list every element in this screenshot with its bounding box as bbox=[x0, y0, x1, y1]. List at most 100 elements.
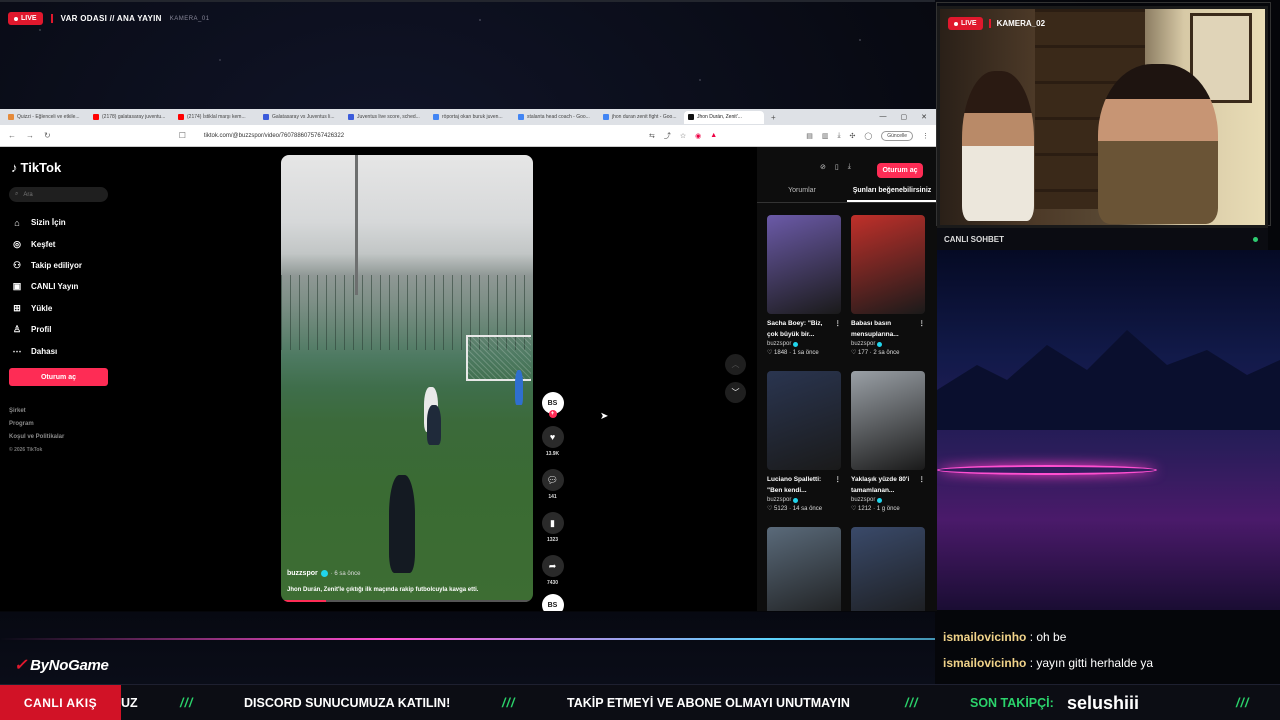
save-button[interactable]: ▮ bbox=[541, 512, 564, 534]
video-player[interactable]: buzzspor · 6 sa önce Jhon Durán, Zenit'le… bbox=[281, 155, 533, 602]
recommended-video-card[interactable]: Yaklaşık yüzde 80'i tamamlanan... ⋮ buzzsp… bbox=[851, 371, 925, 527]
sidebar-item-label: Keşfet bbox=[31, 239, 56, 249]
video-thumbnail[interactable] bbox=[851, 527, 925, 611]
video-progress-bar[interactable] bbox=[281, 600, 533, 602]
browser-tab[interactable]: röportaj okan buruk juven... bbox=[429, 111, 509, 124]
compass-icon: ◎ bbox=[13, 238, 21, 249]
video-nav-arrows: ︿ ﹀ bbox=[725, 354, 746, 410]
login-button[interactable]: Oturum aç bbox=[9, 368, 108, 386]
kebab-menu-icon[interactable]: ⋮ bbox=[922, 132, 929, 140]
neon-ring bbox=[937, 465, 1157, 475]
previous-video-button[interactable]: ︿ bbox=[725, 354, 746, 375]
video-author[interactable]: buzzspor · 6 sa önce bbox=[287, 570, 360, 577]
recommended-video-card[interactable]: Sacha Boey: "Biz, çok büyük bir... ⋮ buzzs… bbox=[767, 215, 841, 371]
sidebar-item-label: Takip ediliyor bbox=[31, 260, 82, 270]
card-author[interactable]: buzzspor bbox=[767, 341, 841, 347]
share-icon[interactable]: ⤴ bbox=[664, 131, 671, 141]
update-button[interactable]: Güncelle bbox=[881, 130, 913, 141]
sidebar-item[interactable]: ⋯ Dahası bbox=[11, 340, 82, 361]
browser-tab[interactable]: Jhon Durán, Zenit'... bbox=[684, 110, 764, 124]
card-meta: ♡ 5123 · 14 sa önce bbox=[767, 505, 841, 512]
card-menu-icon[interactable]: ⋮ bbox=[919, 475, 926, 496]
sidebar-item[interactable]: ⊞ Yükle bbox=[11, 298, 82, 319]
browser-tab[interactable]: stalanta head coach - Goo... bbox=[514, 111, 594, 124]
card-menu-icon[interactable]: ⋮ bbox=[835, 475, 842, 496]
compass-icon[interactable]: ⊘ bbox=[820, 163, 826, 171]
warning-icon[interactable]: ▲ bbox=[710, 132, 717, 139]
next-video-button[interactable]: ﹀ bbox=[725, 382, 746, 403]
download-icon[interactable]: ⤓ bbox=[848, 163, 851, 171]
profile-circle-icon[interactable]: ◯ bbox=[864, 132, 872, 140]
minimize-icon[interactable]: — bbox=[880, 113, 887, 121]
author-avatar[interactable]: BS + bbox=[541, 392, 564, 418]
like-button[interactable]: ♥ bbox=[541, 426, 564, 448]
star-icon[interactable]: ☆ bbox=[680, 132, 686, 140]
recommended-video-card[interactable] bbox=[767, 527, 841, 611]
browser-tab[interactable]: Quizzi - Eğlenceli ve etkile... bbox=[4, 111, 84, 124]
recommended-video-card[interactable]: Luciano Spalletti: "Ben kendi... ⋮ buzzspo… bbox=[767, 371, 841, 527]
right-login-button[interactable]: Oturum aç bbox=[877, 163, 923, 178]
new-tab-icon[interactable]: + bbox=[771, 113, 776, 122]
card-like-count: ♡ 177 bbox=[851, 350, 869, 356]
bookmark-icon: ▮ bbox=[550, 517, 555, 528]
bookmark-icon[interactable]: ☐ bbox=[179, 131, 186, 140]
footer-link-terms[interactable]: Koşul ve Politikalar bbox=[9, 431, 64, 444]
card-author[interactable]: buzzspor bbox=[851, 341, 925, 347]
bynogame-logo: ✓ ByNoGame bbox=[14, 655, 109, 675]
back-icon[interactable]: ← bbox=[8, 131, 16, 140]
video-thumbnail[interactable] bbox=[767, 371, 841, 470]
browser-tab[interactable]: Juventus live score, sched... bbox=[344, 111, 424, 124]
tab-label: stalanta head coach - Goo... bbox=[527, 114, 590, 120]
card-menu-icon[interactable]: ⋮ bbox=[919, 319, 926, 340]
stream-overlay: LIVE VAR ODASI // ANA YAYIN KAMERA_01 Qu… bbox=[0, 0, 1280, 720]
share-button[interactable]: ➦ bbox=[541, 555, 564, 577]
video-thumbnail[interactable] bbox=[851, 215, 925, 314]
sidebar-item[interactable]: ⚇ Takip ediliyor bbox=[11, 255, 82, 276]
comment-button[interactable]: 💬︎ bbox=[541, 469, 564, 491]
sidebar-item[interactable]: ◎ Keşfet bbox=[11, 233, 82, 254]
download-icon[interactable]: ⤓ bbox=[837, 132, 840, 140]
chevron-down-icon: ﹀ bbox=[731, 388, 740, 397]
video-thumbnail[interactable] bbox=[767, 527, 841, 611]
music-disc[interactable]: BS bbox=[541, 594, 564, 611]
reload-icon[interactable]: ↻ bbox=[44, 131, 51, 140]
chat-message: ismailovicinho : oh be bbox=[943, 628, 1278, 654]
footer-link-company[interactable]: Şirket bbox=[9, 405, 64, 418]
sidebar-item[interactable]: ♙ Profil bbox=[11, 319, 82, 340]
browser-tab[interactable]: jhon duran zenit fight - Goo... bbox=[599, 111, 679, 124]
footer-link-program[interactable]: Program bbox=[9, 418, 64, 431]
url-field[interactable]: tiktok.com/@buzzspor/video/7607886075767… bbox=[196, 129, 606, 143]
video-thumbnail[interactable] bbox=[767, 215, 841, 314]
tab-you-may-like[interactable]: Şunları beğenebilirsiniz bbox=[847, 187, 937, 202]
follow-plus-icon[interactable]: + bbox=[548, 410, 557, 418]
card-time: 1 sa önce bbox=[792, 350, 819, 356]
recommended-video-card[interactable] bbox=[851, 527, 925, 611]
tiktok-logo[interactable]: ♪ TikTok bbox=[11, 160, 61, 175]
card-author[interactable]: buzzspor bbox=[767, 497, 841, 503]
browser-tab[interactable]: (2174) İstiklal marşı kem... bbox=[174, 111, 254, 124]
video-thumbnail[interactable] bbox=[851, 371, 925, 470]
tab-comments[interactable]: Yorumlar bbox=[757, 187, 847, 202]
sidebar-item[interactable]: ▣ CANLI Yayın bbox=[11, 276, 82, 297]
card-title: Babası basın mensuplarına... bbox=[851, 320, 899, 338]
mountain-silhouette bbox=[937, 330, 1280, 430]
card-author[interactable]: buzzspor bbox=[851, 497, 925, 503]
tab-search-icon[interactable]: ▤ bbox=[806, 132, 813, 140]
browser-tab[interactable]: Galatasaray vs Juventus li... bbox=[259, 111, 339, 124]
translate-icon[interactable]: ⇆ bbox=[649, 132, 655, 140]
sidebar-icon[interactable]: ▥ bbox=[822, 132, 829, 140]
browser-tab[interactable]: (2178) galatasaray juventu... bbox=[89, 111, 169, 124]
recommended-video-card[interactable]: Babası basın mensuplarına... ⋮ buzzspor ♡ 1… bbox=[851, 215, 925, 371]
extensions-puzzle-icon[interactable]: ✣ bbox=[850, 132, 856, 140]
card-meta: ♡ 177 · 2 sa önce bbox=[851, 349, 925, 356]
phone-icon[interactable]: ▯ bbox=[835, 163, 839, 171]
search-input[interactable]: ⌕ Ara bbox=[9, 187, 108, 202]
maximize-icon[interactable]: ▢ bbox=[901, 113, 908, 121]
sidebar-item[interactable]: ⌂ Sizin İçin bbox=[11, 212, 82, 233]
extension-icon[interactable]: ◉ bbox=[695, 132, 701, 140]
close-icon[interactable]: ✕ bbox=[921, 113, 927, 121]
card-menu-icon[interactable]: ⋮ bbox=[835, 319, 842, 340]
ticker-fragment: UZ bbox=[121, 696, 138, 710]
forward-icon[interactable]: → bbox=[26, 131, 34, 140]
chat-message: ismailovicinho : yayın gitti herhalde ya bbox=[943, 654, 1278, 680]
